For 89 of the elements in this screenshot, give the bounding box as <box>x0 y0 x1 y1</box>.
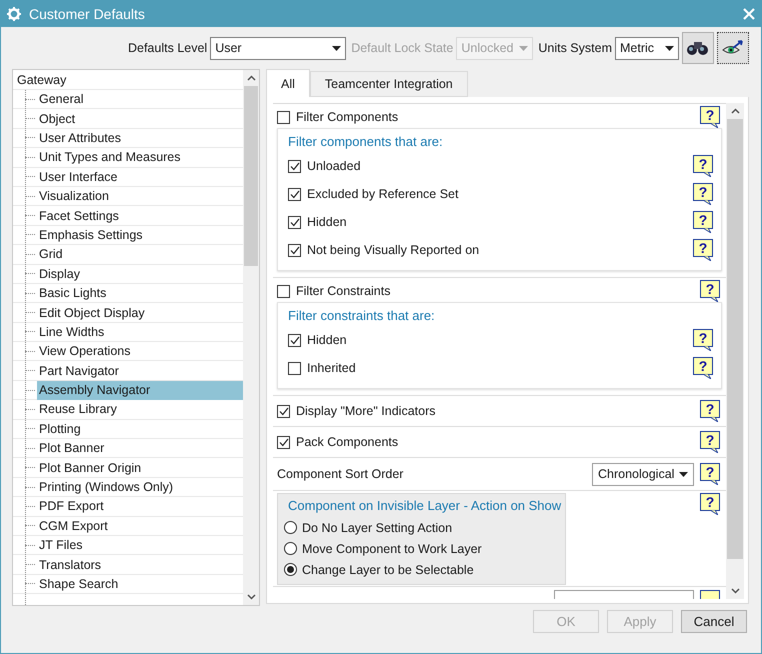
checkbox[interactable] <box>288 244 301 256</box>
close-icon[interactable] <box>743 8 755 20</box>
check-icon <box>290 190 300 198</box>
tab[interactable]: All <box>266 69 310 97</box>
option-label: Hidden <box>307 333 348 347</box>
tree-item[interactable]: User Attributes <box>37 128 243 148</box>
option-label: Filter Constraints <box>296 284 392 298</box>
tree-item[interactable]: PDF Export <box>37 496 243 516</box>
option-label: Inherited <box>307 361 357 375</box>
option-label: Display "More" Indicators <box>296 404 436 418</box>
tree-item[interactable]: Plotting <box>37 419 243 438</box>
units-system-dropdown[interactable]: Metric <box>615 36 679 60</box>
radio-button[interactable] <box>284 563 297 576</box>
option-label: Pack Components <box>296 435 400 449</box>
tree-item[interactable]: Reuse Library <box>37 400 243 419</box>
field-label: Units System <box>538 41 612 55</box>
checkbox[interactable] <box>277 436 290 448</box>
group-heading: Component on Invisible Layer - Action on Show <box>287 497 562 515</box>
checkbox[interactable] <box>288 362 301 374</box>
defaults-level-dropdown[interactable]: User <box>210 36 346 60</box>
scrollbar[interactable] <box>726 103 744 599</box>
tree-item[interactable]: Object <box>37 109 243 128</box>
check-icon <box>278 438 288 446</box>
tree-item[interactable]: Edit Object Display <box>37 303 243 322</box>
check-icon <box>290 218 300 226</box>
field-label: Defaults Level <box>128 41 208 55</box>
caret-icon <box>679 472 688 476</box>
group-heading: Filter components that are: <box>287 133 444 151</box>
checkbox[interactable] <box>288 334 301 346</box>
tree-item[interactable]: Line Widths <box>37 322 243 342</box>
checkbox[interactable] <box>288 216 301 228</box>
tree-item[interactable]: Basic Lights <box>37 284 243 303</box>
tree-item[interactable]: CGM Export <box>37 516 243 536</box>
scrollbar[interactable] <box>243 70 259 605</box>
option-label: Move Component to Work Layer <box>302 542 482 556</box>
check-icon <box>290 336 300 344</box>
tree-item[interactable]: View Operations <box>37 342 243 361</box>
option-label: Filter Components <box>296 110 400 124</box>
tree-item[interactable]: Gateway <box>13 70 243 90</box>
checkbox[interactable] <box>277 404 290 418</box>
tree-item[interactable]: General <box>37 90 243 109</box>
option-label: Unloaded <box>307 159 362 173</box>
scroll-down-icon[interactable] <box>730 588 740 594</box>
tree-item[interactable]: Facet Settings <box>37 206 243 226</box>
field-label: Default Lock State <box>351 41 454 55</box>
gear-icon <box>7 7 21 21</box>
eye-arrow-button[interactable] <box>717 32 749 64</box>
option-label: Hidden <box>307 215 348 229</box>
tree-item[interactable]: Shape Search <box>37 574 243 594</box>
group-heading: Filter constraints that are: <box>287 307 436 325</box>
tree-item[interactable]: Plot Banner <box>37 438 243 458</box>
tree-item[interactable]: Assembly Navigator <box>37 380 243 400</box>
checkbox[interactable] <box>277 110 290 124</box>
tree-item[interactable]: Display <box>37 264 243 284</box>
caret-icon <box>332 46 342 50</box>
dialog-button[interactable]: Cancel <box>681 610 747 632</box>
tree-item[interactable]: Unit Types and Measures <box>37 148 243 167</box>
tree-item[interactable]: Part Navigator <box>37 361 243 380</box>
tree-item[interactable]: Emphasis Settings <box>37 225 243 244</box>
scroll-up-icon[interactable] <box>730 108 740 114</box>
scroll-down-icon[interactable] <box>246 594 256 600</box>
radio-button[interactable] <box>284 542 297 555</box>
caret-icon <box>519 46 528 50</box>
tree-item[interactable]: JT Files <box>37 536 243 555</box>
option-label: Change Layer to be Selectable <box>302 562 474 576</box>
check-icon <box>290 246 300 254</box>
tab[interactable]: Teamcenter Integration <box>310 71 468 97</box>
checkbox[interactable] <box>288 160 301 172</box>
binoculars-button[interactable] <box>682 32 714 64</box>
tree-item[interactable]: Visualization <box>37 186 243 206</box>
scroll-up-icon[interactable] <box>246 75 256 81</box>
check-icon <box>278 406 288 416</box>
tree-item[interactable]: User Interface <box>37 167 243 186</box>
binoculars-icon <box>687 40 709 56</box>
sort-order-dropdown[interactable]: Chronological <box>592 462 694 486</box>
option-label: Excluded by Reference Set <box>307 187 460 201</box>
option-label: Component Sort Order <box>277 467 404 481</box>
check-icon <box>290 162 300 170</box>
option-label: Not being Visually Reported on <box>307 243 480 257</box>
radio-button[interactable] <box>284 521 297 534</box>
caret-icon <box>665 46 674 50</box>
checkbox[interactable] <box>288 188 301 200</box>
option-label: Do No Layer Setting Action <box>302 520 452 534</box>
tree-item[interactable]: Grid <box>37 244 243 264</box>
tree-item[interactable]: Plot Banner Origin <box>37 458 243 478</box>
tree-item[interactable]: Translators <box>37 555 243 574</box>
window-title: Customer Defaults <box>29 6 146 22</box>
checkbox[interactable] <box>277 284 290 298</box>
tree-item[interactable]: Printing (Windows Only) <box>37 478 243 497</box>
